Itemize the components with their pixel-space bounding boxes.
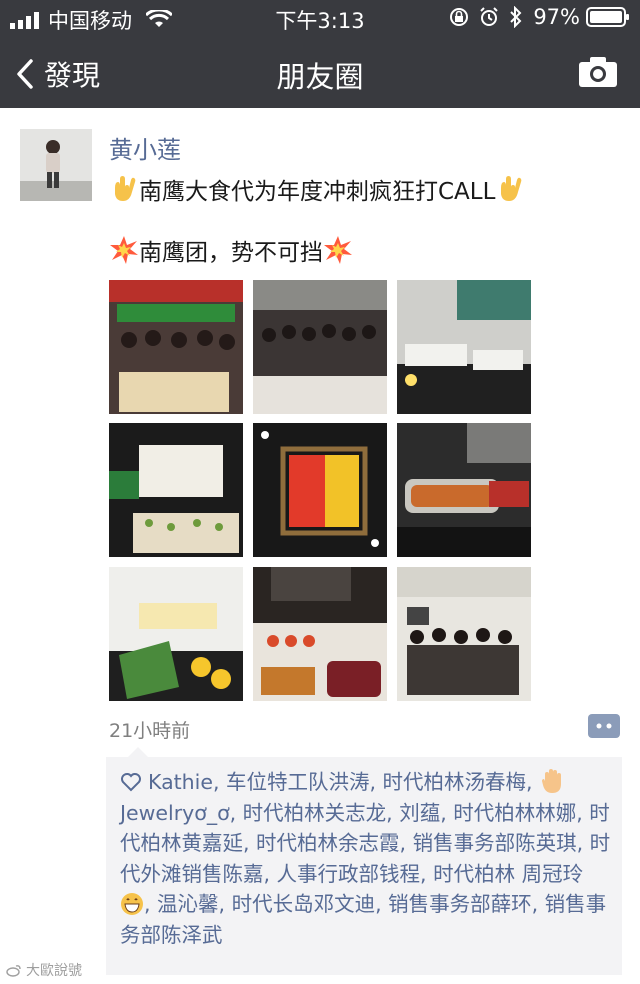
- photo-3[interactable]: [397, 280, 531, 414]
- avatar-image: [20, 129, 92, 201]
- battery-percent: 97%: [533, 5, 580, 29]
- more-dots-icon: [596, 723, 612, 729]
- camera-button[interactable]: [578, 56, 618, 92]
- likes-names-2[interactable]: Jewelryơ_ơ, 时代柏林关志龙, 刘蕴, 时代柏林林娜, 时代柏林黄嘉延…: [120, 801, 610, 886]
- grin-face-icon: [121, 893, 143, 915]
- nav-bar: 發現 朋友圈: [0, 36, 640, 108]
- likes-names-3[interactable]: , 温沁馨, 时代长岛邓文迪, 销售事务部薛环, 销售事务部陈泽武: [120, 892, 606, 947]
- photo-7[interactable]: [109, 567, 243, 701]
- photo-grid: [109, 280, 531, 701]
- camera-icon: [579, 57, 617, 87]
- collision-icon: [110, 236, 138, 264]
- likes-box: Kathie, 车位特工队洪涛, 时代柏林汤春梅, Jewelryơ_ơ, 时代…: [106, 747, 622, 975]
- photo-2[interactable]: [253, 280, 387, 414]
- photo-8[interactable]: [253, 567, 387, 701]
- post-text-line1: 南鹰大食代为年度冲刺疯狂打CALL: [109, 172, 525, 206]
- rock-hand-icon: [501, 176, 522, 201]
- page-title: 朋友圈: [276, 60, 364, 94]
- author-name[interactable]: 黄小莲: [109, 130, 181, 165]
- photo-4[interactable]: [109, 423, 243, 557]
- raised-hand-icon: [542, 769, 562, 793]
- status-right: 97%: [449, 5, 630, 29]
- post-text-sub: 南鹰团，势不可挡: [139, 240, 323, 266]
- comment-button[interactable]: [588, 714, 620, 738]
- photo-5[interactable]: [253, 423, 387, 557]
- author-avatar[interactable]: [20, 129, 92, 201]
- watermark: 大歐說號: [6, 960, 82, 980]
- likes-arrow: [128, 747, 148, 757]
- watermark-text: 大歐說號: [26, 963, 82, 979]
- collision-icon: [324, 236, 352, 264]
- status-bar: 中国移动 下午3:13 97%: [0, 0, 640, 36]
- orientation-lock-icon: [450, 8, 469, 26]
- alarm-icon: [480, 7, 499, 26]
- post-text-line2: 南鹰团，势不可挡: [109, 233, 353, 267]
- post-text-main: 南鹰大食代为年度冲刺疯狂打CALL: [139, 179, 496, 205]
- photo-9[interactable]: [397, 567, 531, 701]
- bluetooth-icon: [510, 6, 522, 28]
- weibo-icon: [6, 965, 21, 977]
- post-timestamp: 21小時前: [109, 720, 191, 742]
- heart-icon: [121, 773, 141, 792]
- photo-6[interactable]: [397, 423, 531, 557]
- battery-icon: [586, 7, 629, 27]
- likes-names-1[interactable]: Kathie, 车位特工队洪涛, 时代柏林汤春梅,: [148, 770, 533, 794]
- rock-hand-icon: [115, 176, 136, 201]
- photo-1[interactable]: [109, 280, 243, 414]
